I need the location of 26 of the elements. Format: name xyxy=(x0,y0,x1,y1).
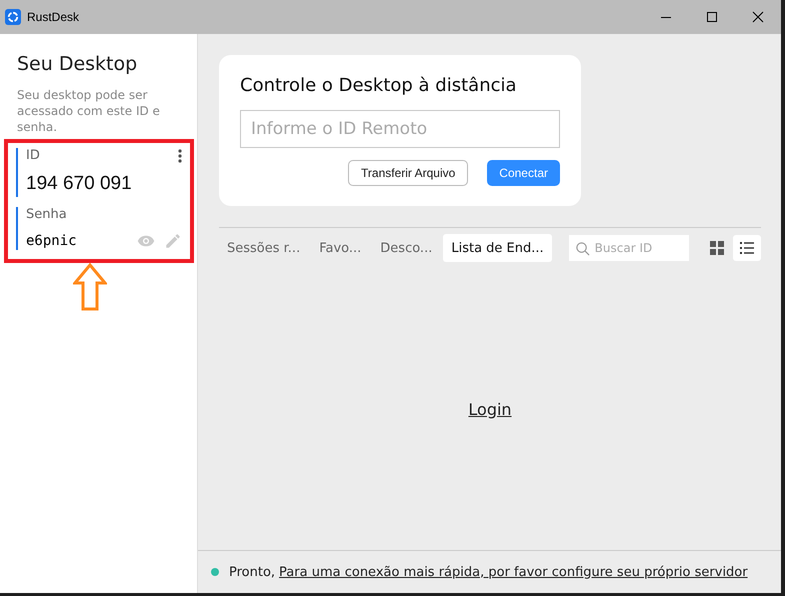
tab[interactable]: Desco... xyxy=(372,234,440,262)
password-value: e6pnic xyxy=(26,233,78,249)
close-icon xyxy=(752,11,764,23)
list-icon xyxy=(740,242,754,254)
sidebar-title: Seu Desktop xyxy=(16,52,138,75)
search-field[interactable]: Buscar ID xyxy=(568,235,689,261)
status-text: Pronto, xyxy=(229,564,276,580)
maximize-icon xyxy=(706,11,718,23)
card-title: Controle o Desktop à distância xyxy=(240,75,518,96)
login-link[interactable]: Login xyxy=(468,400,512,418)
arrow-annotation xyxy=(72,263,106,311)
remote-id-field[interactable]: Informe o ID Remoto xyxy=(240,110,560,148)
server-config-link[interactable]: Para uma conexão mais rápida, por favor configure seu próprio servidor xyxy=(279,564,748,580)
file-transfer-button[interactable]: Transferir Arquivo xyxy=(348,160,468,186)
grid-icon xyxy=(710,241,724,255)
tab[interactable]: Sessões r... xyxy=(219,234,308,262)
tab[interactable]: Lista de End... xyxy=(443,234,552,262)
tab[interactable]: Favo... xyxy=(311,234,370,262)
more-icon[interactable] xyxy=(178,148,182,162)
app-icon xyxy=(5,9,21,25)
list-view-button[interactable] xyxy=(733,235,761,261)
window-title: RustDesk xyxy=(27,10,80,24)
password-label: Senha xyxy=(26,207,67,222)
sidebar-description: Seu desktop pode ser acessado com este ID e senha. xyxy=(16,87,161,135)
id-label: ID xyxy=(26,148,40,163)
id-value: 194 670 091 xyxy=(26,173,133,196)
